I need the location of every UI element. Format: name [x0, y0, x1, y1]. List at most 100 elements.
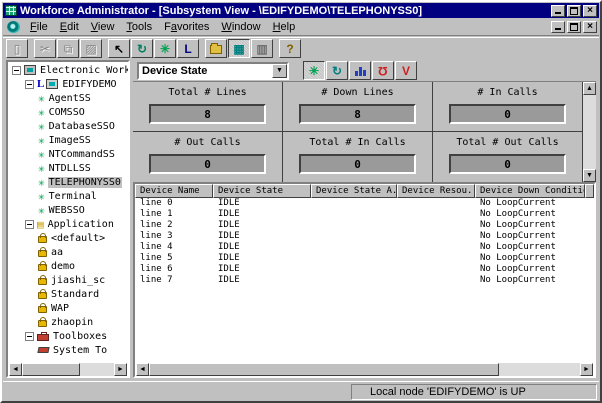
refresh-view-icon: ↻: [332, 65, 342, 77]
tree-item-default[interactable]: <default>: [9, 231, 128, 245]
tree-item-ntdllss[interactable]: ✳NTDLLSS: [9, 161, 128, 175]
subsystem-monitor-button[interactable]: ✳: [303, 61, 325, 80]
tree-item-websso[interactable]: ✳WEBSSO: [9, 203, 128, 217]
node-list-icon: L: [184, 43, 191, 55]
column-header-device-state-a[interactable]: Device State A...: [311, 184, 397, 198]
chart-view-button[interactable]: [349, 61, 371, 80]
refresh-view-button[interactable]: ↻: [326, 61, 348, 80]
tree-item-wap[interactable]: WAP: [9, 301, 128, 315]
menu-item-edit[interactable]: Edit: [54, 20, 85, 34]
tree-horizontal-scrollbar[interactable]: ◄ ►: [9, 363, 127, 376]
menu-item-help[interactable]: Help: [267, 20, 302, 34]
scrollbar-thumb[interactable]: [149, 363, 499, 376]
scrollbar-track: [499, 363, 580, 376]
tree-item-label: demo: [50, 261, 76, 272]
tree-item-aa[interactable]: aa: [9, 245, 128, 259]
scroll-up-icon[interactable]: ▲: [583, 82, 596, 95]
tree-item-label: Toolboxes: [52, 331, 108, 342]
tree-item-zhaopin[interactable]: zhaopin: [9, 315, 128, 329]
table-row[interactable]: line 6IDLENo LoopCurrent: [135, 264, 594, 275]
table-row[interactable]: line 5IDLENo LoopCurrent: [135, 253, 594, 264]
menu-bar: FileEditViewToolsFavoritesWindowHelp ×: [3, 19, 599, 36]
node-list-button[interactable]: L: [177, 39, 199, 58]
chevron-down-icon[interactable]: ▼: [272, 64, 287, 78]
copy-button: ⧉: [57, 39, 79, 58]
magnet-button[interactable]: Ω: [372, 61, 394, 80]
tree-item-telephonyss0[interactable]: ✳TELEPHONYSS0: [9, 175, 128, 189]
tree-item-databasesso[interactable]: ✳DatabaseSSO: [9, 119, 128, 133]
tree-item-demo[interactable]: demo: [9, 259, 128, 273]
cascade-windows-button[interactable]: ▥: [251, 39, 273, 58]
table-row[interactable]: line 4IDLENo LoopCurrent: [135, 242, 594, 253]
stats-vertical-scrollbar[interactable]: ▲ ▼: [583, 82, 596, 182]
scroll-right-icon[interactable]: ►: [580, 363, 593, 376]
menu-item-view[interactable]: View: [85, 20, 121, 34]
tree-expander-icon[interactable]: [25, 220, 34, 229]
column-header-device-state[interactable]: Device State: [213, 184, 311, 198]
menu-item-window[interactable]: Window: [215, 20, 266, 34]
tree-item-label: EDIFYDEMO: [61, 79, 117, 90]
scroll-left-icon[interactable]: ◄: [9, 363, 22, 376]
tree-item-jiashi-sc[interactable]: jiashi_sc: [9, 273, 128, 287]
tree-item-imagess[interactable]: ✳ImageSS: [9, 133, 128, 147]
column-header-device-down-condition[interactable]: Device Down Condition: [475, 184, 585, 198]
application-view-button[interactable]: [205, 39, 227, 58]
refresh-button[interactable]: ↻: [131, 39, 153, 58]
mdi-close-button[interactable]: ×: [583, 21, 597, 33]
table-row[interactable]: line 2IDLENo LoopCurrent: [135, 220, 594, 231]
mdi-minimize-button[interactable]: [551, 21, 565, 33]
menu-item-file[interactable]: File: [24, 20, 54, 34]
stat-label: Total # Lines: [133, 87, 282, 98]
tree-item-comsso[interactable]: ✳COMSSO: [9, 105, 128, 119]
select-mode-button[interactable]: ↖: [108, 39, 130, 58]
view-selector[interactable]: Device State ▼: [137, 62, 289, 80]
scroll-left-icon[interactable]: ◄: [136, 363, 149, 376]
cell-device-state: IDLE: [213, 198, 311, 209]
stat-value-box: 0: [449, 104, 565, 124]
table-row[interactable]: line 7IDLENo LoopCurrent: [135, 275, 594, 286]
menu-item-favorites[interactable]: Favorites: [158, 20, 215, 34]
tree-item-system-to[interactable]: System To: [9, 343, 128, 357]
help-button[interactable]: ?: [279, 39, 301, 58]
cell-device-state-a: [311, 231, 397, 242]
subsystem-view-button[interactable]: ✳: [154, 39, 176, 58]
gear-icon: ✳: [38, 190, 45, 203]
tree-item-electronic-workfor[interactable]: Electronic Workfor: [9, 63, 128, 77]
menu-item-tools[interactable]: Tools: [120, 20, 158, 34]
stats-area: Total # Lines8# Down Lines8# In Calls0# …: [133, 81, 596, 182]
close-button[interactable]: ×: [583, 5, 597, 17]
stat-value-box: 0: [299, 154, 415, 174]
stat-value: 0: [204, 158, 211, 171]
scroll-down-icon[interactable]: ▼: [583, 169, 596, 182]
cell-device-name: line 0: [135, 198, 213, 209]
table-horizontal-scrollbar[interactable]: ◄ ►: [136, 363, 593, 376]
tree-item-terminal[interactable]: ✳Terminal: [9, 189, 128, 203]
minimize-button[interactable]: [551, 5, 565, 17]
tree-item-edifydemo[interactable]: L EDIFYDEMO: [9, 77, 128, 91]
cell-device-name: line 2: [135, 220, 213, 231]
cell-device-down-condition: No LoopCurrent: [475, 220, 585, 231]
tree-item-label: Electronic Workfor: [39, 65, 128, 76]
restore-button[interactable]: [567, 5, 581, 17]
stat-out-calls: # Out Calls0: [133, 132, 283, 182]
column-header-device-name[interactable]: Device Name: [135, 184, 213, 198]
stat-value: 0: [504, 108, 511, 121]
tree-item-application[interactable]: ▤Application: [9, 217, 128, 231]
mdi-restore-button[interactable]: [567, 21, 581, 33]
tree-expander-icon[interactable]: [12, 66, 21, 75]
tree-expander-icon[interactable]: [25, 332, 34, 341]
scrollbar-thumb[interactable]: [22, 363, 80, 376]
monitor-grid-button[interactable]: ▦: [228, 39, 250, 58]
scroll-right-icon[interactable]: ►: [114, 363, 127, 376]
tree-item-standard[interactable]: Standard: [9, 287, 128, 301]
tree-item-ntcommandss[interactable]: ✳NTCommandSS: [9, 147, 128, 161]
tree-item-toolboxes[interactable]: Toolboxes: [9, 329, 128, 343]
table-row[interactable]: line 1IDLENo LoopCurrent: [135, 209, 594, 220]
column-header-device-resou[interactable]: Device Resou...: [397, 184, 475, 198]
table-row[interactable]: line 3IDLENo LoopCurrent: [135, 231, 594, 242]
tree-item-agentss[interactable]: ✳AgentSS: [9, 91, 128, 105]
node-letter-icon: L: [37, 78, 44, 90]
table-row[interactable]: line 0IDLENo LoopCurrent: [135, 198, 594, 209]
tree-expander-icon[interactable]: [25, 80, 34, 89]
validate-button[interactable]: V: [395, 61, 417, 80]
